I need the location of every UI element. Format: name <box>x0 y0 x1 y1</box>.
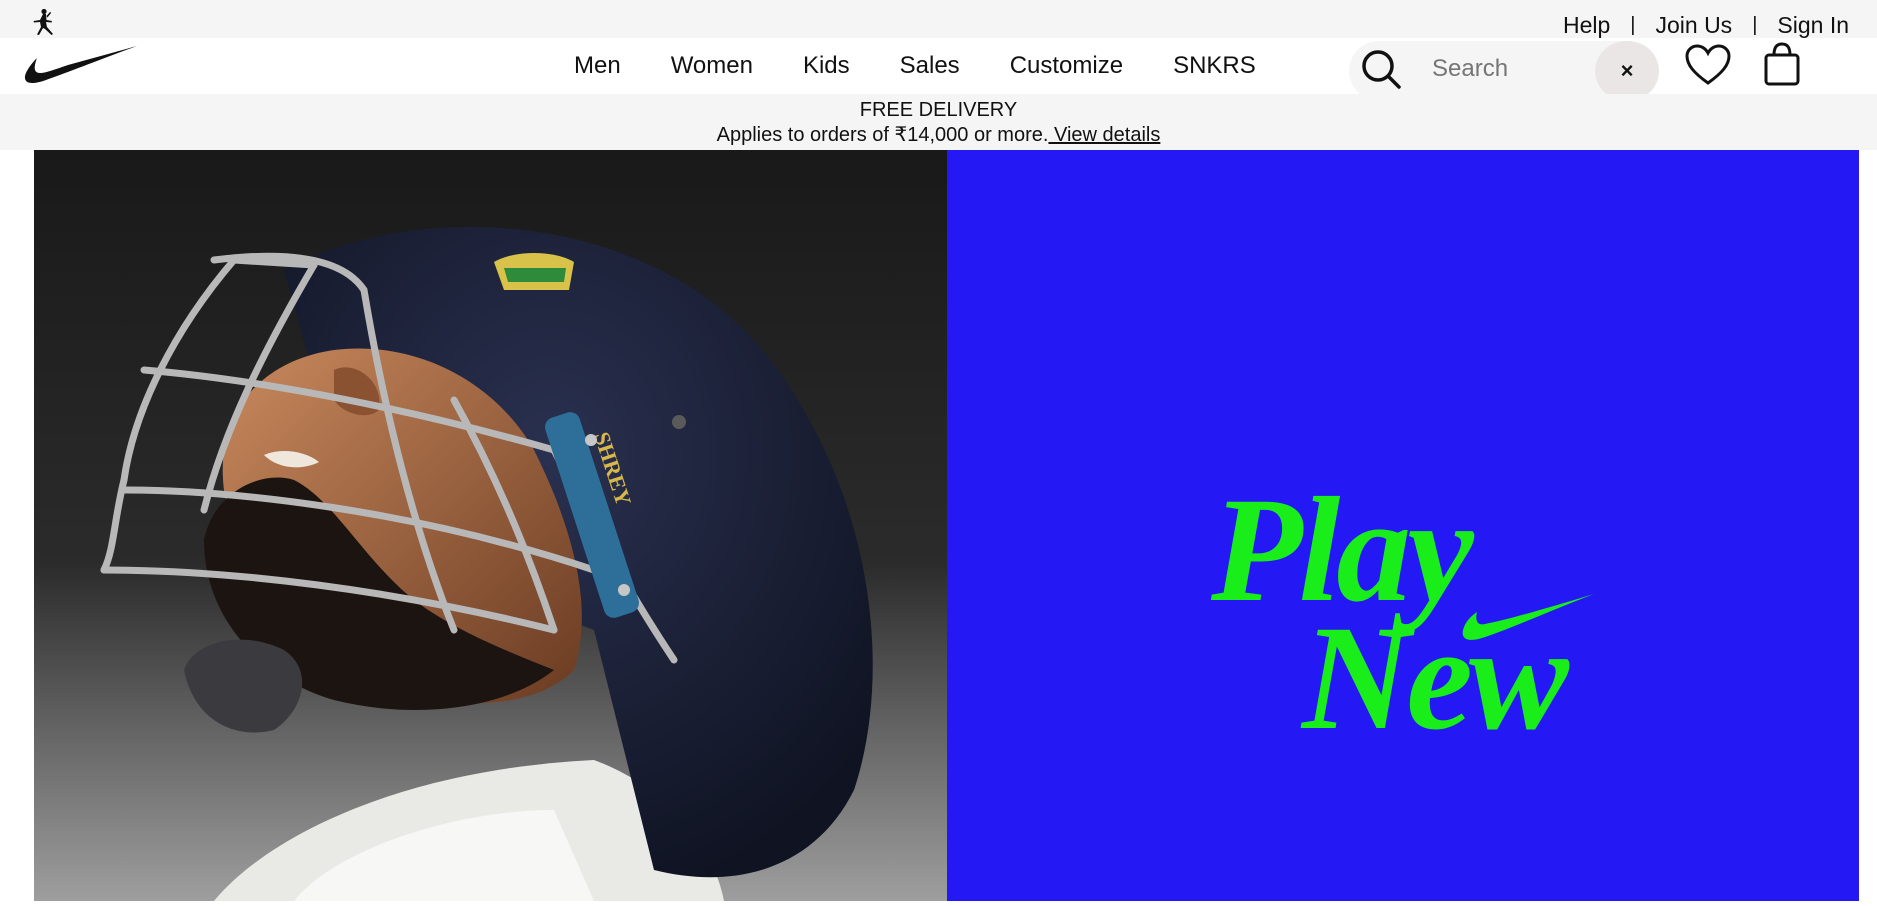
nav-item-women[interactable]: Women <box>671 52 753 80</box>
join-us-link[interactable]: Join Us <box>1655 12 1732 39</box>
clear-search-button[interactable]: × <box>1595 41 1659 101</box>
sign-in-link[interactable]: Sign In <box>1777 12 1849 39</box>
hero-photo-cricketer: SHREY <box>34 150 947 901</box>
heart-icon[interactable] <box>1684 43 1732 87</box>
separator: | <box>1630 14 1636 36</box>
view-details-link[interactable]: View details <box>1048 124 1160 146</box>
nav-item-sales[interactable]: Sales <box>900 52 960 80</box>
hero-banner[interactable]: SHREY Play New <box>34 150 1859 901</box>
bag-icon[interactable] <box>1763 42 1801 86</box>
search-icon[interactable] <box>1358 46 1404 92</box>
primary-nav: Men Women Kids Sales Customize SNKRS <box>574 52 1306 80</box>
search-input[interactable] <box>1432 52 1582 86</box>
separator: | <box>1752 14 1758 36</box>
hero-brand-panel: Play New <box>947 150 1859 901</box>
promo-title: FREE DELIVERY <box>859 99 1018 121</box>
nav-item-kids[interactable]: Kids <box>803 52 850 80</box>
promo-subtitle: Applies to orders of ₹14,000 or more. Vi… <box>0 122 1877 147</box>
utility-bar: Help | Join Us | Sign In <box>0 0 1877 38</box>
play-new-graphic: Play New <box>947 150 1859 901</box>
nav-item-customize[interactable]: Customize <box>1010 52 1123 80</box>
utility-links: Help | Join Us | Sign In <box>1563 12 1849 39</box>
promo-text: Applies to orders of ₹14,000 or more. <box>716 124 1049 146</box>
nav-item-men[interactable]: Men <box>574 52 621 80</box>
nav-item-snkrs[interactable]: SNKRS <box>1173 52 1256 80</box>
promo-banner: FREE DELIVERY Applies to orders of ₹14,0… <box>0 94 1877 150</box>
nike-swoosh-icon[interactable] <box>24 44 138 86</box>
help-link[interactable]: Help <box>1563 12 1610 39</box>
jordan-logo-icon[interactable] <box>28 8 58 38</box>
cricketer-illustration: SHREY <box>34 150 947 901</box>
main-nav: Men Women Kids Sales Customize SNKRS × <box>0 38 1877 101</box>
